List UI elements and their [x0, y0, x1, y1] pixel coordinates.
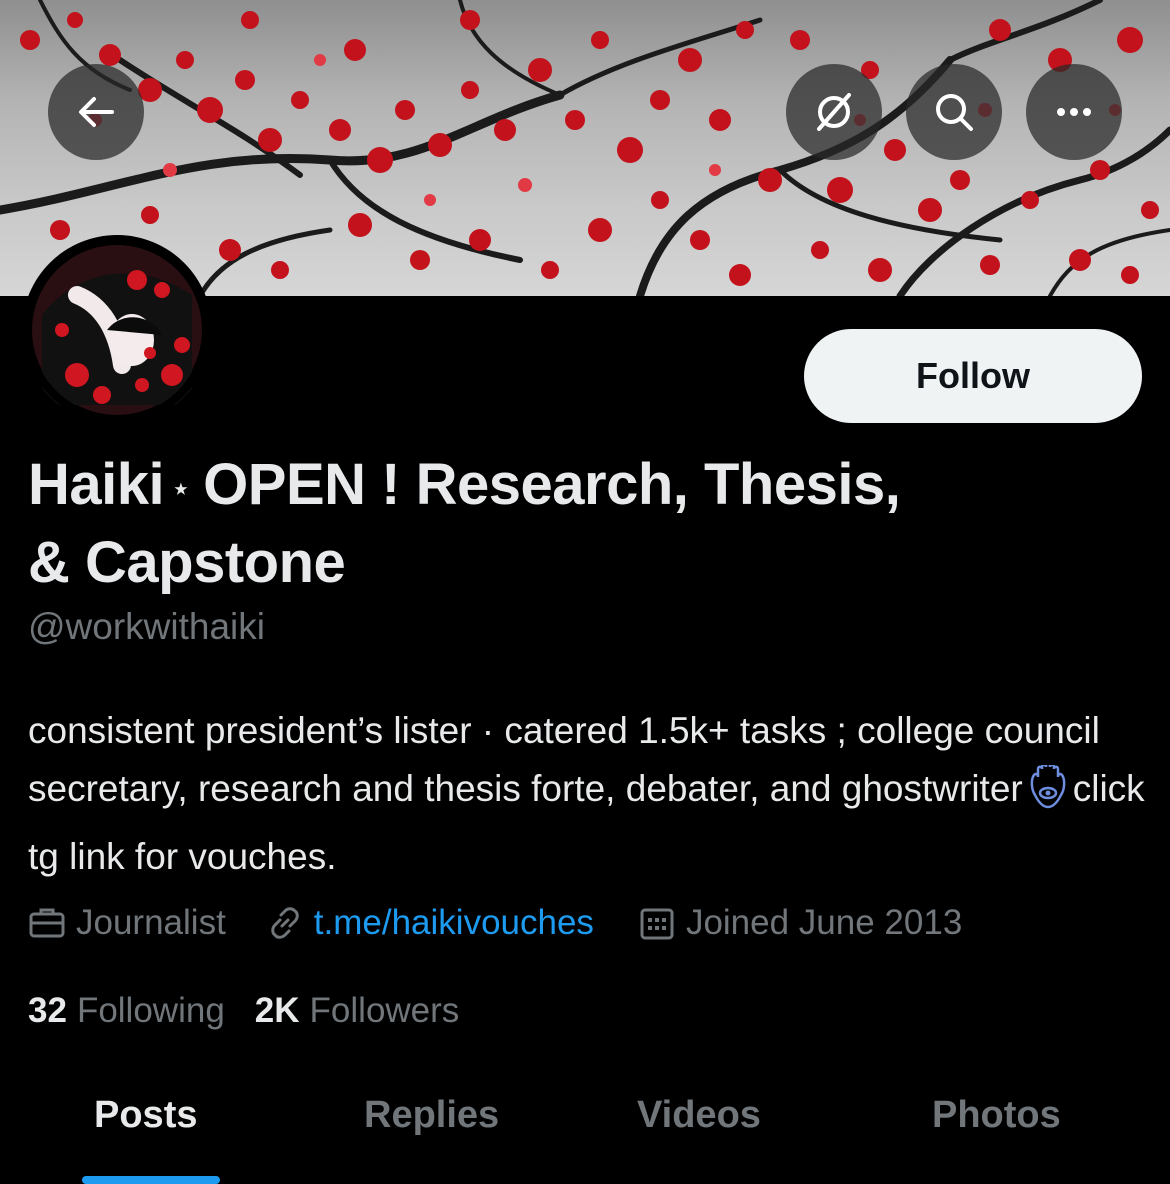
avatar-image [23, 236, 211, 424]
search-icon [936, 94, 973, 131]
profile-meta-row: Journalist t.me/haikivouches Joined June… [28, 898, 962, 948]
more-button[interactable] [1026, 64, 1122, 160]
profile-tabs: Posts Replies Videos Photos [0, 1080, 1170, 1184]
website-item[interactable]: t.me/haikivouches [266, 903, 594, 943]
followers-count: 2K [254, 991, 300, 1030]
profile-avatar[interactable] [22, 235, 212, 425]
website-link[interactable]: t.me/haikivouches [314, 903, 594, 943]
tab-photos[interactable]: Photos [932, 1094, 1061, 1137]
back-button[interactable] [48, 64, 144, 160]
grok-icon [817, 93, 851, 131]
tab-videos[interactable]: Videos [637, 1094, 761, 1137]
tab-posts[interactable]: Posts [94, 1094, 197, 1137]
profile-bio: consistent president’s lister · catered … [28, 702, 1148, 886]
search-button[interactable] [906, 64, 1002, 160]
star-separator: ⋆ [172, 472, 190, 504]
follow-stats: 32 Following 2K Followers [28, 988, 459, 1034]
following-count: 32 [28, 991, 67, 1030]
grok-button[interactable] [786, 64, 882, 160]
display-name-line2: & Capstone [28, 529, 346, 595]
display-name-part2: OPEN ! Research, Thesis, [203, 452, 901, 517]
tab-replies[interactable]: Replies [364, 1094, 499, 1137]
followers-stat[interactable]: 2K Followers [255, 991, 460, 1031]
joined-label: Joined June 2013 [685, 903, 963, 942]
arrow-left-icon [79, 97, 114, 127]
calendar-icon [640, 908, 674, 940]
profile-handle: @workwithaiki [28, 606, 265, 647]
link-icon [271, 907, 299, 939]
follow-button[interactable]: Follow [804, 329, 1142, 423]
display-name-part1: Haiki [28, 452, 165, 517]
followers-label: Followers [309, 991, 460, 1030]
profession-label: Journalist [76, 903, 226, 942]
hamsa-icon [1027, 762, 1069, 828]
more-dots-icon [1057, 108, 1091, 116]
following-stat[interactable]: 32 Following [28, 991, 225, 1031]
following-label: Following [76, 991, 225, 1030]
active-tab-indicator [82, 1176, 220, 1184]
display-name: Haiki ⋆ OPEN ! Research, Thesis, & Capston… [28, 448, 1108, 600]
profession-item: Journalist [28, 903, 226, 943]
bio-text-part1: consistent president’s lister · catered … [28, 710, 1100, 809]
joined-item: Joined June 2013 [638, 903, 962, 943]
briefcase-icon [29, 908, 65, 938]
